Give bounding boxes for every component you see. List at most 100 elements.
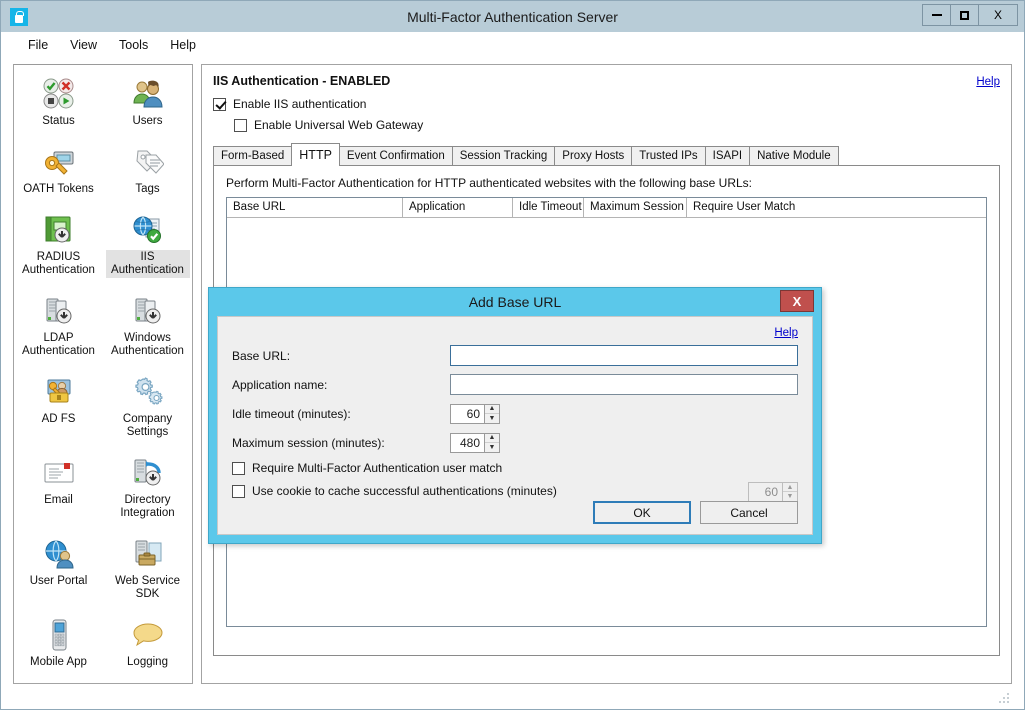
sidebar-item-users[interactable]: Users [103, 71, 192, 139]
menu-item-tools[interactable]: Tools [108, 35, 159, 55]
tab-event-confirmation[interactable]: Event Confirmation [338, 146, 453, 165]
sidebar-item-label: IIS Authentication [105, 250, 190, 278]
tab-proxy-hosts[interactable]: Proxy Hosts [554, 146, 633, 165]
page-title: IIS Authentication - ENABLED [213, 74, 391, 88]
sidebar-item-directory-integration[interactable]: Directory Integration [103, 450, 192, 531]
sidebar-item-label: OATH Tokens [23, 183, 94, 195]
menu-item-file[interactable]: File [17, 35, 59, 55]
enable-universal-web-gateway-row[interactable]: Enable Universal Web Gateway [234, 118, 1000, 132]
idle-timeout-value[interactable]: 60 [450, 403, 484, 424]
stepper-down-icon[interactable]: ▼ [485, 443, 499, 452]
sidebar-item-user-portal[interactable]: User Portal [14, 531, 103, 612]
dialog-title-bar: Add Base URL X [209, 288, 821, 316]
column-header-base-url[interactable]: Base URL [227, 198, 403, 217]
column-header-maximum-session[interactable]: Maximum Session [584, 198, 687, 217]
require-user-match-label: Require Multi-Factor Authentication user… [252, 461, 503, 475]
menu-item-help[interactable]: Help [159, 35, 207, 55]
maximum-session-value[interactable]: 480 [450, 432, 484, 453]
application-name-input[interactable] [450, 374, 798, 395]
sidebar-item-label: Status [42, 115, 75, 127]
cookie-cache-minutes-value: 60 [748, 482, 782, 502]
idle-timeout-stepper[interactable]: 60 ▲ ▼ [450, 403, 500, 424]
dialog-help-row: Help [232, 325, 798, 339]
enable-iis-authentication-row[interactable]: Enable IIS authentication [213, 97, 1000, 111]
sidebar-item-label: Tags [135, 183, 160, 195]
windows-auth-icon [131, 294, 165, 328]
tags-icon [131, 145, 165, 179]
dialog-help-link[interactable]: Help [774, 327, 798, 339]
sidebar-item-status[interactable]: Status [14, 71, 103, 139]
stepper-up-icon[interactable]: ▲ [485, 434, 499, 443]
tab-session-tracking[interactable]: Session Tracking [451, 146, 556, 165]
sidebar-nav-grid: Status Users OATH Tokens Tags RADIUS Aut… [14, 71, 192, 680]
tab-isapi[interactable]: ISAPI [704, 146, 751, 165]
sidebar-item-tags[interactable]: Tags [103, 139, 192, 207]
maximum-session-stepper-buttons: ▲ ▼ [484, 432, 500, 453]
sidebar: Status Users OATH Tokens Tags RADIUS Aut… [13, 64, 193, 684]
title-bar: Multi-Factor Authentication Server X [1, 1, 1024, 32]
sidebar-item-ad-fs[interactable]: AD FS [14, 369, 103, 450]
web-service-sdk-icon [131, 537, 165, 571]
sidebar-item-mobile-app[interactable]: Mobile App [14, 612, 103, 680]
minimize-button[interactable] [923, 5, 951, 25]
sidebar-item-radius-authentication[interactable]: RADIUS Authentication [14, 207, 103, 288]
status-icon [42, 77, 76, 111]
logging-icon [131, 618, 165, 652]
cookie-cache-stepper-buttons: ▲ ▼ [782, 482, 798, 502]
sidebar-item-company-settings[interactable]: Company Settings [103, 369, 192, 450]
stepper-down-icon: ▼ [786, 493, 794, 500]
menu-item-view[interactable]: View [59, 35, 108, 55]
use-cookie-cache-row[interactable]: Use cookie to cache successful authentic… [232, 482, 798, 502]
dialog-buttons: OK Cancel [593, 501, 798, 524]
require-user-match-row[interactable]: Require Multi-Factor Authentication user… [232, 461, 798, 475]
mobile-app-icon [42, 618, 76, 652]
close-button[interactable]: X [979, 5, 1017, 25]
stepper-down-icon[interactable]: ▼ [485, 414, 499, 423]
tab-form-based[interactable]: Form-Based [213, 146, 293, 165]
enable-iis-authentication-checkbox[interactable] [213, 97, 226, 111]
enable-universal-web-gateway-checkbox[interactable] [234, 118, 247, 132]
idle-timeout-stepper-buttons: ▲ ▼ [484, 403, 500, 424]
dialog-title: Add Base URL [468, 294, 562, 310]
ok-button[interactable]: OK [593, 501, 691, 524]
column-header-application[interactable]: Application [403, 198, 513, 217]
idle-timeout-label: Idle timeout (minutes): [232, 406, 351, 421]
sidebar-item-oath-tokens[interactable]: OATH Tokens [14, 139, 103, 207]
table-header-row: Base URL Application Idle Timeout Maximu… [227, 198, 986, 218]
column-header-require-user-match[interactable]: Require User Match [687, 198, 986, 217]
cookie-cache-minutes-stepper: 60 ▲ ▼ [748, 482, 798, 502]
cancel-button[interactable]: Cancel [700, 501, 798, 524]
sidebar-item-iis-authentication[interactable]: IIS Authentication [103, 207, 192, 288]
maximize-button[interactable] [951, 5, 979, 25]
status-bar [13, 687, 1012, 705]
sidebar-item-email[interactable]: Email [14, 450, 103, 531]
sidebar-item-label: AD FS [41, 413, 76, 425]
lock-icon [10, 7, 28, 26]
window-title: Multi-Factor Authentication Server [407, 8, 618, 25]
use-cookie-cache-checkbox[interactable] [232, 484, 245, 498]
company-settings-icon [131, 375, 165, 409]
base-url-input[interactable] [450, 345, 798, 366]
tab-trusted-ips[interactable]: Trusted IPs [631, 146, 706, 165]
column-header-idle-timeout[interactable]: Idle Timeout [513, 198, 584, 217]
tab-strip: Form-Based HTTP Event Confirmation Sessi… [213, 143, 1000, 166]
sidebar-item-label: Directory Integration [120, 494, 175, 519]
adfs-icon [42, 375, 76, 409]
dialog-close-button[interactable]: X [780, 290, 814, 312]
menu-bar: File View Tools Help [1, 32, 1024, 59]
sidebar-item-web-service-sdk[interactable]: Web Service SDK [103, 531, 192, 612]
resize-grip[interactable] [998, 692, 1010, 704]
sidebar-item-ldap-authentication[interactable]: LDAP Authentication [14, 288, 103, 369]
stepper-up-icon[interactable]: ▲ [485, 405, 499, 414]
maximum-session-stepper[interactable]: 480 ▲ ▼ [450, 432, 500, 453]
tab-http[interactable]: HTTP [291, 143, 340, 166]
dialog-body: Help Base URL: Application name: Idle ti… [217, 316, 813, 535]
sidebar-item-windows-authentication[interactable]: Windows Authentication [103, 288, 192, 369]
panel-header-row: IIS Authentication - ENABLED Help [213, 74, 1000, 88]
sidebar-item-label: Users [132, 115, 163, 127]
sidebar-item-label: Email [44, 494, 73, 506]
sidebar-item-logging[interactable]: Logging [103, 612, 192, 680]
require-user-match-checkbox[interactable] [232, 461, 245, 475]
tab-native-module[interactable]: Native Module [749, 146, 839, 165]
panel-help-link[interactable]: Help [976, 76, 1000, 88]
